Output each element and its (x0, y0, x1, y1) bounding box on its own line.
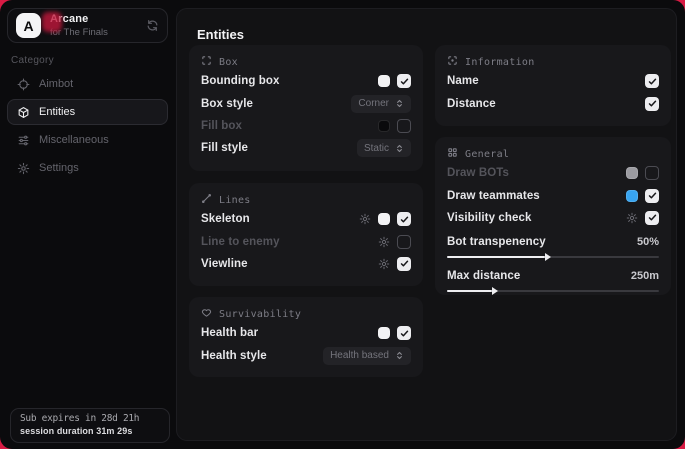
bot-transparency-slider[interactable] (447, 256, 659, 258)
box-style-dropdown[interactable]: Corner (351, 95, 411, 113)
setting-row-distance: Distance (447, 92, 659, 114)
checkbox-unchecked[interactable] (645, 166, 659, 180)
sync-icon[interactable] (146, 19, 159, 32)
bot-transparency-setting: Bot transpenency 50% (447, 233, 659, 258)
row-gear-icon[interactable] (359, 213, 371, 225)
setting-row-fill-box: Fill box (201, 115, 411, 137)
main-content: Entities Box Bounding box (176, 8, 677, 441)
checkbox-checked[interactable] (645, 189, 659, 203)
slider-thumb[interactable] (492, 287, 498, 295)
checkbox-checked[interactable] (397, 326, 411, 340)
gear-icon (17, 162, 30, 175)
color-swatch[interactable] (378, 120, 390, 132)
color-swatch[interactable] (626, 190, 638, 202)
session-duration-text: session duration 31m 29s (20, 426, 160, 436)
panel-general: General Draw BOTs Draw teammates (435, 137, 671, 295)
setting-row-box-style: Box style Corner (201, 92, 411, 114)
checkbox-checked[interactable] (397, 212, 411, 226)
checkbox-checked[interactable] (397, 257, 411, 271)
sidebar-item-label: Aimbot (39, 78, 73, 90)
max-distance-setting: Max distance 250m (447, 267, 659, 292)
setting-row-line-to-enemy: Line to enemy (201, 230, 411, 252)
panel-information: Information Name Distance (435, 45, 671, 126)
scan-icon (447, 55, 458, 69)
sidebar: A Arcane for The Finals Category (0, 0, 175, 449)
color-swatch[interactable] (378, 327, 390, 339)
setting-row-bounding-box: Bounding box (201, 70, 411, 92)
setting-row-draw-teammates: Draw teammates (447, 184, 659, 206)
setting-row-visibility-check: Visibility check (447, 207, 659, 229)
panel-title: General (465, 149, 509, 160)
sliders-icon (17, 134, 30, 147)
app-logo: A (16, 13, 41, 38)
panel-box: Box Bounding box Box style Corner (189, 45, 423, 171)
setting-row-fill-style: Fill style Static (201, 137, 411, 159)
sidebar-item-label: Entities (39, 106, 75, 118)
row-gear-icon[interactable] (626, 212, 638, 224)
max-distance-slider[interactable] (447, 290, 659, 292)
setting-row-skeleton: Skeleton (201, 208, 411, 230)
health-style-dropdown[interactable]: Health based (323, 347, 411, 365)
panel-lines: Lines Skeleton Line to enemy (189, 183, 423, 286)
color-swatch[interactable] (378, 75, 390, 87)
checkbox-unchecked[interactable] (397, 119, 411, 133)
row-gear-icon[interactable] (378, 258, 390, 270)
sub-expires-text: Sub expires in 28d 21h (20, 413, 160, 424)
page-title: Entities (197, 27, 244, 42)
chevron-up-down-icon (395, 99, 404, 108)
sidebar-item-label: Miscellaneous (39, 134, 109, 146)
checkbox-unchecked[interactable] (397, 235, 411, 249)
checkbox-checked[interactable] (645, 97, 659, 111)
slider-value: 250m (631, 270, 659, 282)
app-window: A Arcane for The Finals Category (0, 0, 685, 449)
checkbox-checked[interactable] (645, 211, 659, 225)
chevron-up-down-icon (395, 351, 404, 360)
slider-thumb[interactable] (545, 253, 551, 261)
sidebar-item-miscellaneous[interactable]: Miscellaneous (7, 127, 168, 153)
color-swatch[interactable] (378, 213, 390, 225)
setting-row-name: Name (447, 70, 659, 92)
checkbox-checked[interactable] (645, 74, 659, 88)
logo-glow (42, 12, 62, 32)
panel-title: Information (465, 57, 535, 68)
checkbox-checked[interactable] (397, 74, 411, 88)
brand-card: A Arcane for The Finals (7, 8, 168, 43)
chevron-up-down-icon (395, 144, 404, 153)
setting-row-draw-bots: Draw BOTs (447, 162, 659, 184)
sidebar-item-entities[interactable]: Entities (7, 99, 168, 125)
crosshair-icon (17, 78, 30, 91)
sidebar-nav: Aimbot Entities Miscellaneous (7, 71, 168, 183)
row-gear-icon[interactable] (378, 236, 390, 248)
entities-icon (17, 106, 30, 119)
heart-icon (201, 307, 212, 321)
category-label: Category (11, 55, 54, 66)
box-brackets-icon (201, 55, 212, 69)
slider-value: 50% (637, 236, 659, 248)
setting-row-health-style: Health style Health based (201, 344, 411, 366)
panel-title: Box (219, 57, 238, 68)
fill-style-dropdown[interactable]: Static (357, 139, 411, 157)
sidebar-item-settings[interactable]: Settings (7, 155, 168, 181)
subscription-card: Sub expires in 28d 21h session duration … (10, 408, 170, 443)
setting-row-health-bar: Health bar (201, 322, 411, 344)
sidebar-item-label: Settings (39, 162, 79, 174)
panel-survivability: Survivability Health bar Health style He… (189, 297, 423, 377)
panel-title: Survivability (219, 309, 301, 320)
panel-title: Lines (219, 195, 251, 206)
setting-row-viewline: Viewline (201, 253, 411, 275)
diagonal-line-icon (201, 193, 212, 207)
grid-icon (447, 147, 458, 161)
color-swatch[interactable] (626, 167, 638, 179)
sidebar-item-aimbot[interactable]: Aimbot (7, 71, 168, 97)
